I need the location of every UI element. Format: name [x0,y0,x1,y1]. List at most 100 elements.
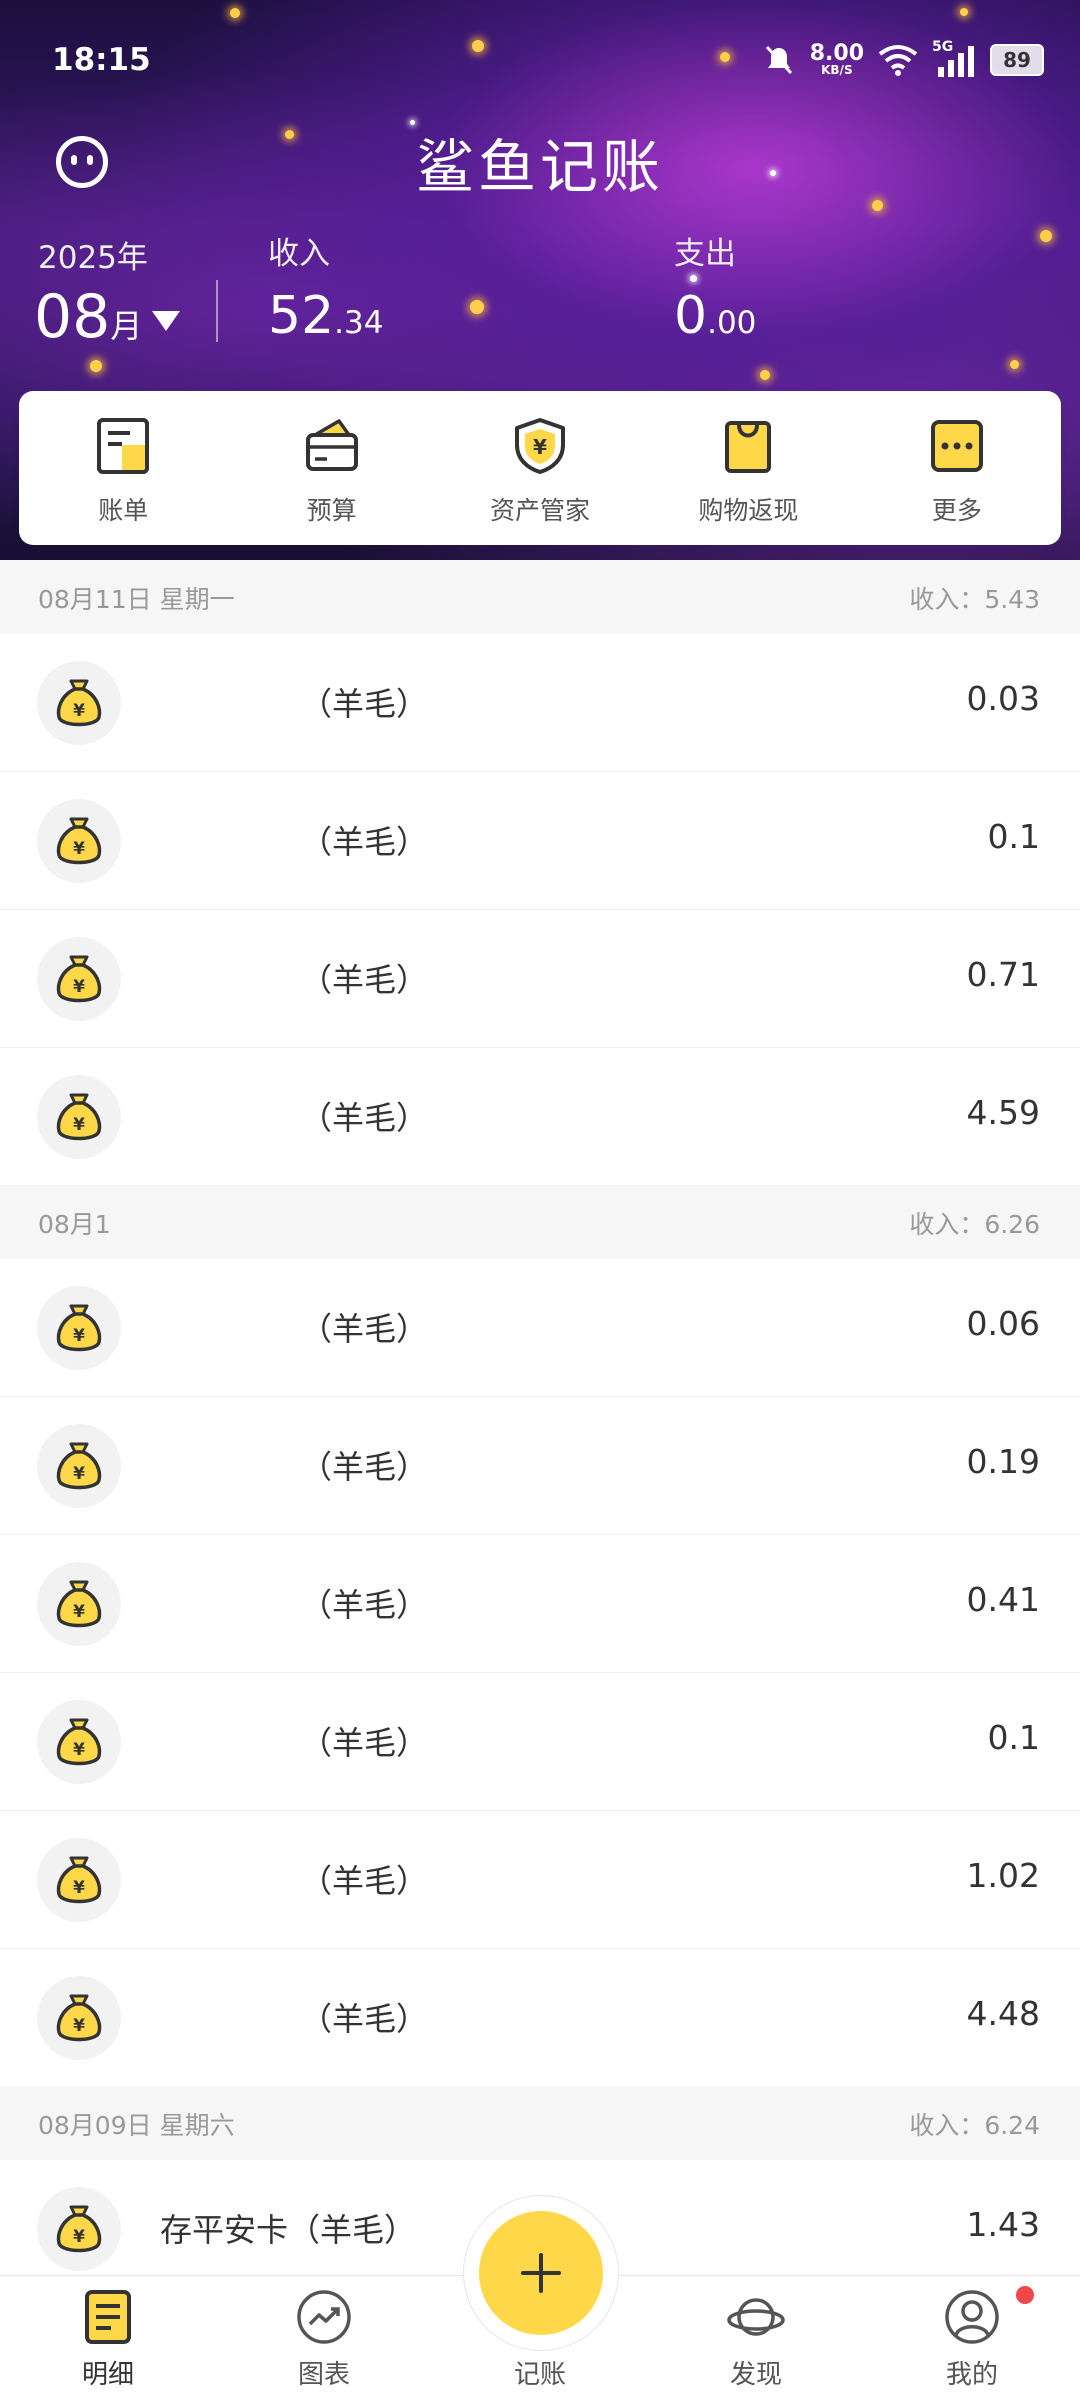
app-title: 鲨鱼记账 [415,133,664,201]
month-selector[interactable]: 08月 [34,282,181,352]
transaction-amount: 0.1 [987,817,1040,856]
transaction-amount: 0.03 [966,679,1040,718]
transaction-row[interactable]: ¥ （羊毛） 0.1 [0,1673,1080,1811]
transaction-amount: 0.71 [966,955,1040,994]
transaction-row[interactable]: ¥ （羊毛） 0.03 [0,634,1080,772]
category-icon: ¥ [37,1700,121,1784]
day-group-header: 08月1 收入：6.26 [0,1185,1080,1259]
bill-icon [97,418,150,474]
income-dec: .34 [334,305,384,341]
transaction-row[interactable]: ¥ （羊毛） 1.02 [0,1811,1080,1949]
category-icon: ¥ [37,661,121,745]
month-value: 08 [34,282,111,352]
svg-text:¥: ¥ [73,839,85,859]
transaction-name: （羊毛） [300,1099,429,1137]
transaction-row[interactable]: ¥ （羊毛） 0.06 [0,1259,1080,1397]
star-decoration [1040,230,1052,242]
nav-detail[interactable]: 明细 [0,2276,216,2401]
transaction-amount: 0.1 [987,1718,1040,1757]
money-bag-icon: ¥ [56,1580,102,1628]
expense-dec: .00 [707,305,757,341]
money-bag-icon: ¥ [56,1442,102,1490]
signal-type: 5G [932,39,954,55]
transaction-amount: 0.06 [966,1304,1040,1343]
add-record-button[interactable] [463,2195,619,2351]
asset-shield-icon: ¥ [515,418,566,474]
planet-discover-icon [727,2298,785,2336]
svg-text:¥: ¥ [73,1326,85,1346]
year-label: 2025年 [38,240,148,276]
net-speed: 8.00 KB/S [810,43,864,77]
money-bag-icon: ¥ [56,1304,102,1352]
income-label: 收入 [268,236,330,272]
mute-bell-icon [765,45,792,75]
money-bag-icon: ¥ [56,1093,102,1141]
transaction-amount: 1.43 [966,2205,1040,2244]
group-date: 08月1 [38,1210,111,1239]
category-icon: ¥ [37,1976,121,2060]
quick-item-bill[interactable]: 账单 [19,391,227,545]
category-icon: ¥ [37,1286,121,1370]
quick-item-budget[interactable]: 预算 [227,391,435,545]
svg-text:¥: ¥ [73,1115,85,1135]
category-icon: ¥ [37,1075,121,1159]
income-total: 52.34 [268,286,383,346]
star-decoration [90,360,102,372]
transaction-list: 08月11日 星期一 收入：5.43 ¥ （羊毛） 0.03 ¥ （羊毛） 0.1 ¥ （羊毛） 0… [0,560,1080,2297]
money-bag-icon: ¥ [56,955,102,1003]
income-int: 52 [268,286,335,346]
expense-int: 0 [674,286,708,346]
transaction-row[interactable]: ¥ （羊毛） 0.41 [0,1535,1080,1673]
transaction-name: （羊毛） [300,1724,429,1762]
category-icon: ¥ [37,937,121,1021]
status-time: 18:15 [52,42,151,78]
category-icon: ¥ [37,1562,121,1646]
money-bag-icon: ¥ [56,679,102,727]
quick-label-bill: 账单 [98,496,149,525]
cell-signal-icon: 5G [932,39,976,77]
budget-wallet-icon [305,419,358,471]
transaction-row[interactable]: ¥ （羊毛） 0.71 [0,910,1080,1048]
nav-label-profile: 我的 [945,2360,998,2390]
transaction-row[interactable]: ¥ （羊毛） 0.19 [0,1397,1080,1535]
svg-text:¥: ¥ [73,2227,85,2247]
transaction-name: （羊毛） [300,823,429,861]
nav-label-discover: 发现 [729,2360,782,2390]
quick-item-cashback[interactable]: 购物返现 [644,391,852,545]
svg-text:¥: ¥ [73,1740,85,1760]
star-decoration [760,370,770,380]
expense-total: 0.00 [674,286,756,346]
money-bag-icon: ¥ [56,1718,102,1766]
svg-text:¥: ¥ [533,435,547,459]
notification-badge [1016,2286,1034,2304]
chart-trend-icon [297,2290,351,2344]
svg-text:¥: ¥ [73,2016,85,2036]
transaction-row[interactable]: ¥ （羊毛） 4.48 [0,1949,1080,2086]
star-decoration [1010,360,1019,369]
more-dots-icon [930,420,983,472]
money-bag-icon: ¥ [56,817,102,865]
group-income: 收入：6.26 [909,1210,1040,1239]
star-decoration [690,275,697,282]
nav-discover[interactable]: 发现 [648,2276,864,2401]
transaction-row[interactable]: ¥ （羊毛） 0.1 [0,772,1080,910]
nav-profile[interactable]: 我的 [864,2276,1080,2401]
quick-item-asset[interactable]: ¥ 资产管家 [436,391,644,545]
quick-label-more: 更多 [931,496,982,525]
day-group: 08月11日 星期一 收入：5.43 ¥ （羊毛） 0.03 ¥ （羊毛） 0.1 ¥ （羊毛） 0… [0,560,1080,1185]
nav-chart[interactable]: 图表 [216,2276,432,2401]
svg-text:¥: ¥ [73,1464,85,1484]
transaction-name: （羊毛） [300,961,429,999]
month-unit: 月 [110,307,143,345]
group-date: 08月11日 星期一 [38,585,235,614]
wifi-icon [878,45,918,76]
money-bag-icon: ¥ [56,1994,102,2042]
money-bag-icon: ¥ [56,2205,102,2253]
divider [216,280,218,342]
status-bar: 18:15 8.00 KB/S 5G 89 [0,0,1080,110]
transaction-name: （羊毛） [300,2000,429,2038]
transaction-row[interactable]: ¥ （羊毛） 4.59 [0,1048,1080,1185]
quick-item-more[interactable]: 更多 [853,391,1061,545]
money-bag-icon: ¥ [56,1856,102,1904]
transaction-amount: 4.48 [966,1994,1040,2033]
